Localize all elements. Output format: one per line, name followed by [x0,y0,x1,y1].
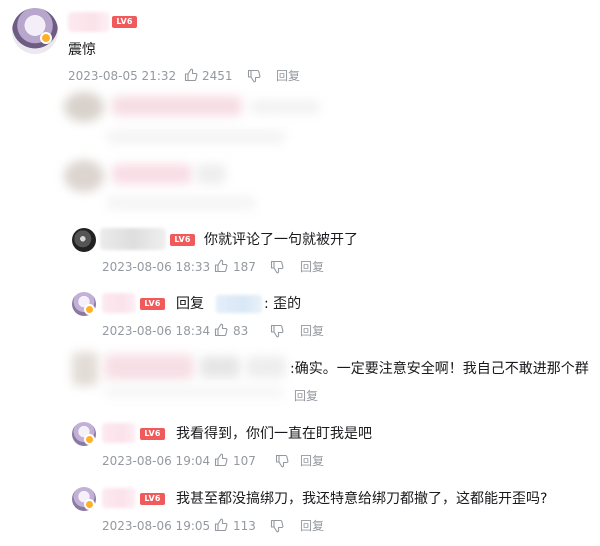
thumb-down-icon[interactable] [270,519,284,533]
like-count: 187 [233,260,256,274]
avatar[interactable] [72,228,96,252]
blurred-content [112,96,242,116]
vip-badge-icon [84,304,95,315]
vip-badge-icon [40,32,52,44]
blurred-content [104,354,194,380]
like-count: 2451 [202,69,233,83]
level-badge: LV6 [140,298,165,310]
thumb-down-icon[interactable] [270,260,284,274]
blurred-content [250,100,320,114]
reply-button[interactable]: 回复 [276,68,300,84]
reply-button[interactable]: 回复 [294,388,318,404]
thumb-up-icon[interactable] [214,518,228,532]
comment-text: 我甚至都没搞绑刀，我还特意给绑刀都撤了，这都能开歪吗? [176,491,548,507]
blurred-content [106,130,286,144]
reply-button[interactable]: 回复 [300,323,324,339]
username[interactable] [100,228,166,250]
like-count: 113 [233,519,256,533]
vip-badge-icon [84,499,95,510]
username[interactable] [102,293,136,313]
comment-text: 你就评论了一句就被开了 [204,232,358,248]
comment-text: 震惊 [68,42,96,58]
blurred-avatar [64,92,104,122]
thumb-up-icon[interactable] [184,68,198,82]
level-badge: LV6 [170,234,195,246]
thumb-down-icon[interactable] [247,69,261,83]
reply-button[interactable]: 回复 [300,453,324,469]
reply-button[interactable]: 回复 [300,518,324,534]
thumb-up-icon[interactable] [214,453,228,467]
reply-button[interactable]: 回复 [300,259,324,275]
comment-time: 2023-08-06 19:05 [102,519,211,533]
blurred-content [196,164,226,184]
avatar[interactable] [12,8,58,54]
like-count: 107 [233,454,256,468]
blurred-avatar [64,160,104,192]
thumb-down-icon[interactable] [270,324,284,338]
comment-time: 2023-08-06 18:34 [102,324,211,338]
blurred-avatar [72,352,98,386]
comment-text: : 歪的 [264,296,302,312]
reply-prefix: 回复 [176,296,204,312]
username[interactable] [102,423,136,443]
level-badge: LV6 [112,16,137,28]
comment-time: 2023-08-05 21:32 [68,69,177,83]
like-count: 83 [233,324,249,338]
blurred-content [104,386,284,398]
username[interactable] [68,12,110,32]
comment-text: 我看得到，你们一直在盯我是吧 [176,426,372,442]
comment-time: 2023-08-06 19:04 [102,454,211,468]
thumb-up-icon[interactable] [214,259,228,273]
blurred-content [112,164,192,184]
vip-badge-icon [84,434,95,445]
blurred-content [246,356,286,378]
username[interactable] [102,488,136,508]
thumb-up-icon[interactable] [214,323,228,337]
comment-text: :确实。一定要注意安全啊！我自己不敢进那个群 [290,361,589,377]
level-badge: LV6 [140,428,165,440]
level-badge: LV6 [140,493,165,505]
mentioned-user[interactable] [216,295,262,313]
comment-time: 2023-08-06 18:33 [102,260,211,274]
blurred-content [106,196,256,210]
blurred-content [200,356,240,378]
thumb-down-icon[interactable] [275,454,289,468]
